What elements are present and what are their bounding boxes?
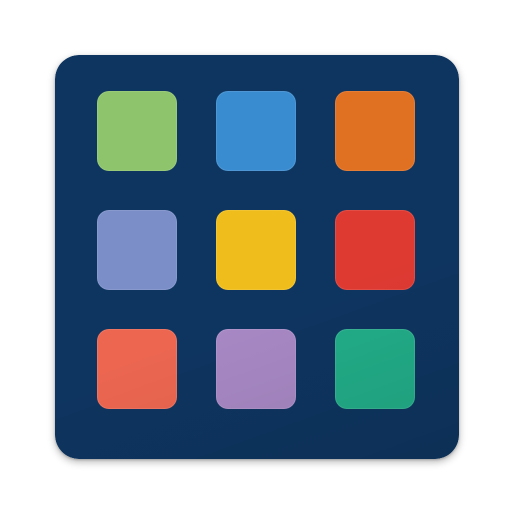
- tile-blue: [216, 91, 296, 171]
- tile-yellow: [216, 210, 296, 290]
- tile-periwinkle: [97, 210, 177, 290]
- tile-orange: [335, 91, 415, 171]
- tile-teal: [335, 329, 415, 409]
- tile-coral: [97, 329, 177, 409]
- app-icon[interactable]: [55, 55, 459, 459]
- tile-green: [97, 91, 177, 171]
- tile-lavender: [216, 329, 296, 409]
- tile-red: [335, 210, 415, 290]
